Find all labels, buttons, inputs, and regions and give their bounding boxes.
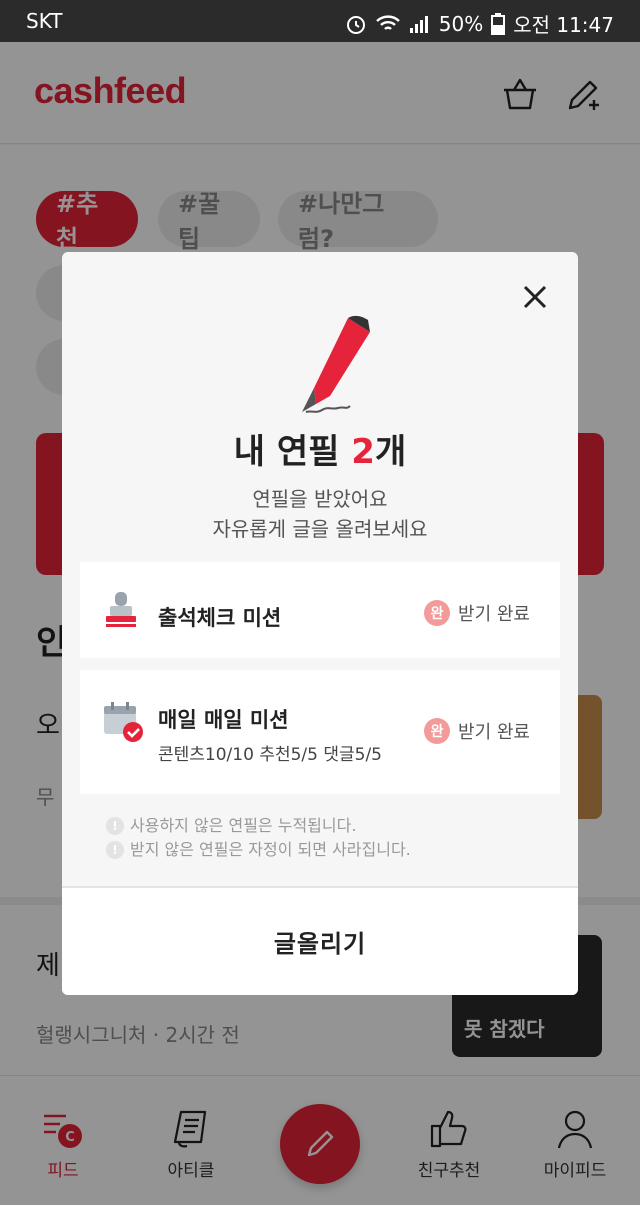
modal-desc-line-1: 연필을 받았어요 [252, 487, 388, 511]
battery-percent: 50% [438, 11, 484, 36]
pencil-reward-modal: 내 연필 2개 연필을 받았어요 자유롭게 글을 올려보세요 출석체크 미션 완… [62, 252, 578, 995]
note-item: ! 사용하지 않은 연필은 누적됩니다. [106, 814, 411, 838]
modal-title-suffix: 개 [374, 432, 407, 472]
note-text: 받지 않은 연필은 자정이 되면 사라집니다. [130, 840, 411, 859]
status-bar: SKT 50% 오전 11:47 [0, 0, 640, 42]
write-post-button[interactable]: 글올리기 [62, 888, 578, 995]
mission-daily-name: 매일 매일 미션 [158, 708, 289, 732]
info-icon: ! [106, 841, 124, 859]
mission-daily: 매일 매일 미션 콘텐츠10/10 추천5/5 댓글5/5 완 받기 완료 [80, 670, 560, 794]
complete-badge: 완 [424, 600, 451, 626]
modal-title: 내 연필 2개 [62, 424, 578, 473]
wifi-icon [375, 14, 400, 30]
signal-icon [409, 15, 428, 33]
mission-attendance-name: 출석체크 미션 [158, 606, 282, 630]
stamp-icon [106, 592, 136, 627]
info-icon: ! [106, 817, 124, 835]
modal-description: 연필을 받았어요 자유롭게 글을 올려보세요 [62, 484, 578, 544]
clock: 오전 11:47 [513, 13, 614, 37]
battery-icon [491, 12, 506, 35]
complete-badge: 완 [424, 718, 451, 744]
calendar-check-icon [104, 702, 143, 742]
mission-attendance-status: 완 받기 완료 [424, 600, 530, 626]
note-text: 사용하지 않은 연필은 누적됩니다. [130, 816, 357, 835]
mission-daily-status-label: 받기 완료 [458, 722, 530, 743]
alarm-icon [346, 15, 365, 34]
mission-attendance: 출석체크 미션 완 받기 완료 [80, 562, 560, 658]
carrier-label: SKT [26, 9, 63, 33]
note-item: ! 받지 않은 연필은 자정이 되면 사라집니다. [106, 838, 411, 862]
modal-desc-line-2: 자유롭게 글을 올려보세요 [212, 517, 428, 541]
mission-daily-progress: 콘텐츠10/10 추천5/5 댓글5/5 [158, 745, 382, 765]
red-pencil-icon [302, 315, 370, 413]
close-icon[interactable] [518, 280, 552, 314]
mission-daily-status: 완 받기 완료 [424, 718, 530, 744]
pencil-count: 2 [351, 432, 375, 472]
mission-attendance-status-label: 받기 완료 [458, 604, 530, 625]
modal-title-prefix: 내 연필 [233, 432, 352, 472]
modal-notes: ! 사용하지 않은 연필은 누적됩니다. ! 받지 않은 연필은 자정이 되면 사라… [106, 814, 411, 862]
